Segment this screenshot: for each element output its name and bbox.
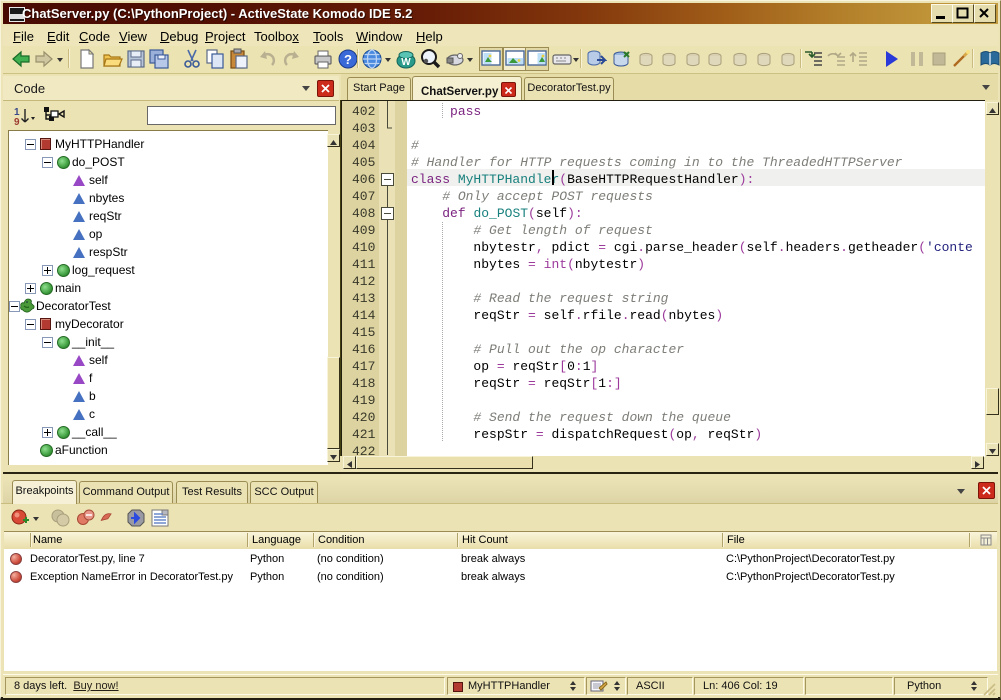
svg-text:W: W [401,57,411,68]
svg-text:?: ? [344,52,352,67]
svg-text:9: 9 [14,117,20,126]
